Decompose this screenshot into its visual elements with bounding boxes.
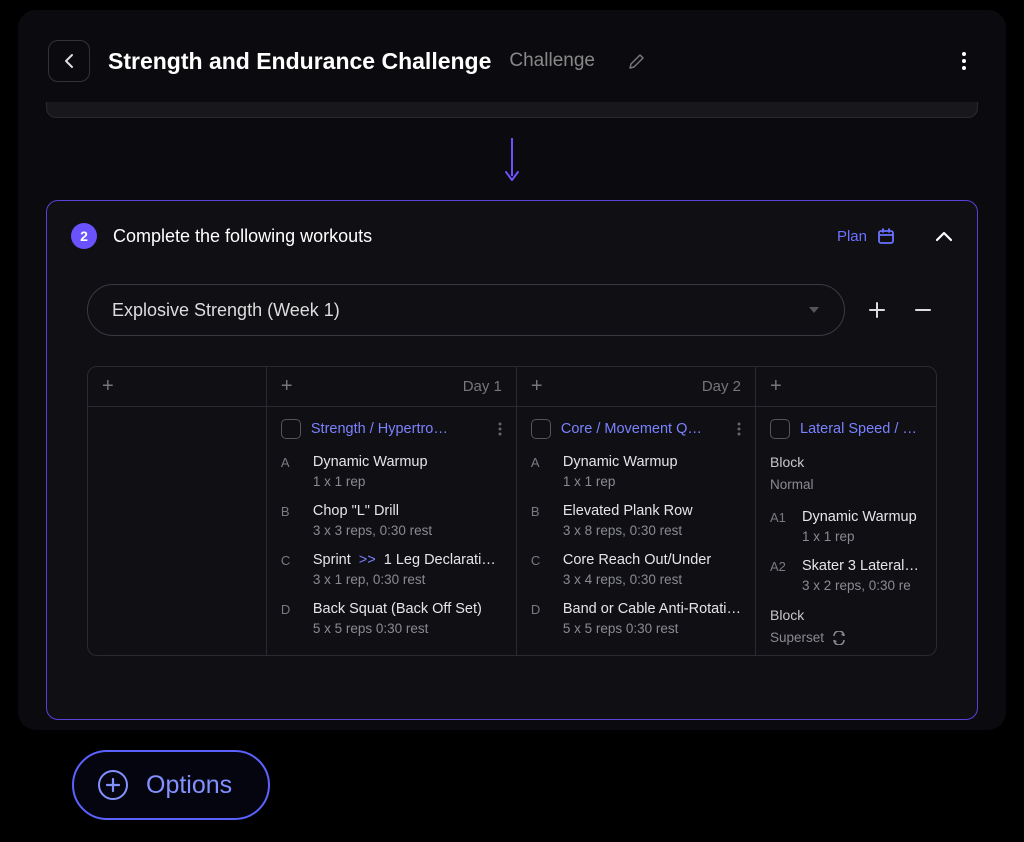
exercise-name: Skater 3 Lateral Ho bbox=[802, 558, 922, 574]
exercise-name: Elevated Plank Row bbox=[563, 503, 741, 519]
block-label: Block bbox=[756, 600, 936, 630]
page-title: Strength and Endurance Challenge bbox=[108, 48, 491, 75]
workout-header: Strength / Hypertro… bbox=[267, 407, 516, 447]
exercise-name: Dynamic Warmup bbox=[313, 454, 502, 470]
exercise-detail: 1 x 1 rep bbox=[802, 529, 922, 544]
week-selected-label: Explosive Strength (Week 1) bbox=[112, 300, 340, 321]
block-label: Block bbox=[756, 447, 936, 477]
exercise-detail: 3 x 4 reps, 0:30 rest bbox=[563, 572, 741, 587]
exercise-detail: 3 x 1 rep, 0:30 rest bbox=[313, 572, 502, 587]
step-panel: 2 Complete the following workouts Plan E… bbox=[46, 200, 978, 720]
header-bar: Strength and Endurance Challenge Challen… bbox=[18, 10, 1006, 102]
day-header: + Day 1 bbox=[267, 367, 516, 407]
chevron-left-icon bbox=[64, 53, 74, 69]
workout-header: Core / Movement Q… bbox=[517, 407, 755, 447]
step-title: Complete the following workouts bbox=[113, 226, 821, 247]
exercise-name: Chop "L" Drill bbox=[313, 503, 502, 519]
exercise-row[interactable]: C Core Reach Out/Under 3 x 4 reps, 0:30 … bbox=[517, 545, 755, 594]
exercise-detail: 5 x 5 reps 0:30 rest bbox=[313, 621, 502, 636]
exercise-row[interactable]: B Elevated Plank Row 3 x 8 reps, 0:30 re… bbox=[517, 496, 755, 545]
exercise-row[interactable]: D Band or Cable Anti-Rotati… 5 x 5 reps … bbox=[517, 594, 755, 643]
exercise-detail: 1 x 1 rep bbox=[563, 474, 741, 489]
plan-label: Plan bbox=[837, 228, 867, 245]
plus-circle-icon bbox=[98, 770, 128, 800]
day-column-2: + Day 2 Core / Movement Q… A Dynamic War… bbox=[517, 367, 756, 655]
exercise-name: Back Squat (Back Off Set) bbox=[313, 601, 502, 617]
exercise-detail: 3 x 8 reps, 0:30 rest bbox=[563, 523, 741, 538]
day-header-empty: + bbox=[88, 367, 266, 407]
main-panel: Strength and Endurance Challenge Challen… bbox=[18, 10, 1006, 730]
day-column-empty: + bbox=[88, 367, 267, 655]
add-day-button[interactable]: + bbox=[102, 375, 114, 398]
workout-title[interactable]: Strength / Hypertro… bbox=[311, 421, 488, 437]
exercise-row[interactable]: A1 Dynamic Warmup 1 x 1 rep bbox=[756, 502, 936, 551]
add-workout-button[interactable]: + bbox=[770, 375, 782, 398]
workout-checkbox[interactable] bbox=[531, 419, 551, 439]
add-week-button[interactable] bbox=[863, 296, 891, 324]
workout-title[interactable]: Lateral Speed / Ply bbox=[800, 421, 922, 437]
remove-week-button[interactable] bbox=[909, 296, 937, 324]
exercise-row[interactable]: A Dynamic Warmup 1 x 1 rep bbox=[517, 447, 755, 496]
exercise-row[interactable]: C Sprint >> 1 Leg Declarations 3 x 1 rep… bbox=[267, 545, 516, 594]
exercise-name: Band or Cable Anti-Rotati… bbox=[563, 601, 741, 617]
superset-cycle-icon bbox=[832, 631, 846, 645]
exercise-name: Core Reach Out/Under bbox=[563, 552, 741, 568]
day-header: + Day 2 bbox=[517, 367, 755, 407]
kebab-menu-icon[interactable] bbox=[952, 42, 976, 80]
day-column-1: + Day 1 Strength / Hypertro… A Dynamic W… bbox=[267, 367, 517, 655]
previous-step-footer bbox=[46, 102, 978, 118]
edit-icon[interactable] bbox=[628, 52, 646, 70]
exercise-detail: 5 x 5 reps 0:30 rest bbox=[563, 621, 741, 636]
plan-button[interactable]: Plan bbox=[837, 227, 895, 245]
day-header: + bbox=[756, 367, 936, 407]
step-number-badge: 2 bbox=[71, 223, 97, 249]
add-workout-button[interactable]: + bbox=[281, 375, 293, 398]
workout-title[interactable]: Core / Movement Q… bbox=[561, 421, 727, 437]
calendar-icon bbox=[877, 227, 895, 245]
step-header: 2 Complete the following workouts Plan bbox=[47, 201, 977, 271]
exercise-name: Dynamic Warmup bbox=[802, 509, 922, 525]
day-column-3: + Lateral Speed / Ply Block Normal A1 Dy… bbox=[756, 367, 936, 655]
block-type: Normal bbox=[756, 477, 936, 502]
workout-checkbox[interactable] bbox=[770, 419, 790, 439]
collapse-icon[interactable] bbox=[935, 231, 953, 242]
add-workout-button[interactable]: + bbox=[531, 375, 543, 398]
week-selector-row: Explosive Strength (Week 1) bbox=[47, 271, 977, 346]
dropdown-triangle-icon bbox=[808, 306, 820, 314]
workout-checkbox[interactable] bbox=[281, 419, 301, 439]
exercise-row[interactable]: A2 Skater 3 Lateral Ho 3 x 2 reps, 0:30 … bbox=[756, 551, 936, 600]
back-button[interactable] bbox=[48, 40, 90, 82]
options-button[interactable]: Options bbox=[72, 750, 270, 820]
workout-header: Lateral Speed / Ply bbox=[756, 407, 936, 447]
block-type: Superset bbox=[756, 630, 936, 655]
page-subtitle: Challenge bbox=[509, 50, 595, 72]
day-label: Day 1 bbox=[463, 378, 502, 395]
days-grid: + + Day 1 Strength / Hypertro… A bbox=[87, 366, 937, 656]
exercise-detail: 3 x 3 reps, 0:30 rest bbox=[313, 523, 502, 538]
exercise-row[interactable]: A Dynamic Warmup 1 x 1 rep bbox=[267, 447, 516, 496]
workout-menu-icon[interactable] bbox=[737, 422, 741, 436]
week-select[interactable]: Explosive Strength (Week 1) bbox=[87, 284, 845, 336]
exercise-detail: 1 x 1 rep bbox=[313, 474, 502, 489]
workout-menu-icon[interactable] bbox=[498, 422, 502, 436]
exercise-row[interactable]: B Chop "L" Drill 3 x 3 reps, 0:30 rest bbox=[267, 496, 516, 545]
options-label: Options bbox=[146, 771, 232, 800]
exercise-row[interactable]: D Back Squat (Back Off Set) 5 x 5 reps 0… bbox=[267, 594, 516, 643]
exercise-name: Dynamic Warmup bbox=[563, 454, 741, 470]
day-label: Day 2 bbox=[702, 378, 741, 395]
exercise-detail: 3 x 2 reps, 0:30 re bbox=[802, 578, 922, 593]
flow-arrow-icon bbox=[18, 118, 1006, 200]
exercise-name: Sprint >> 1 Leg Declarations bbox=[313, 552, 502, 568]
